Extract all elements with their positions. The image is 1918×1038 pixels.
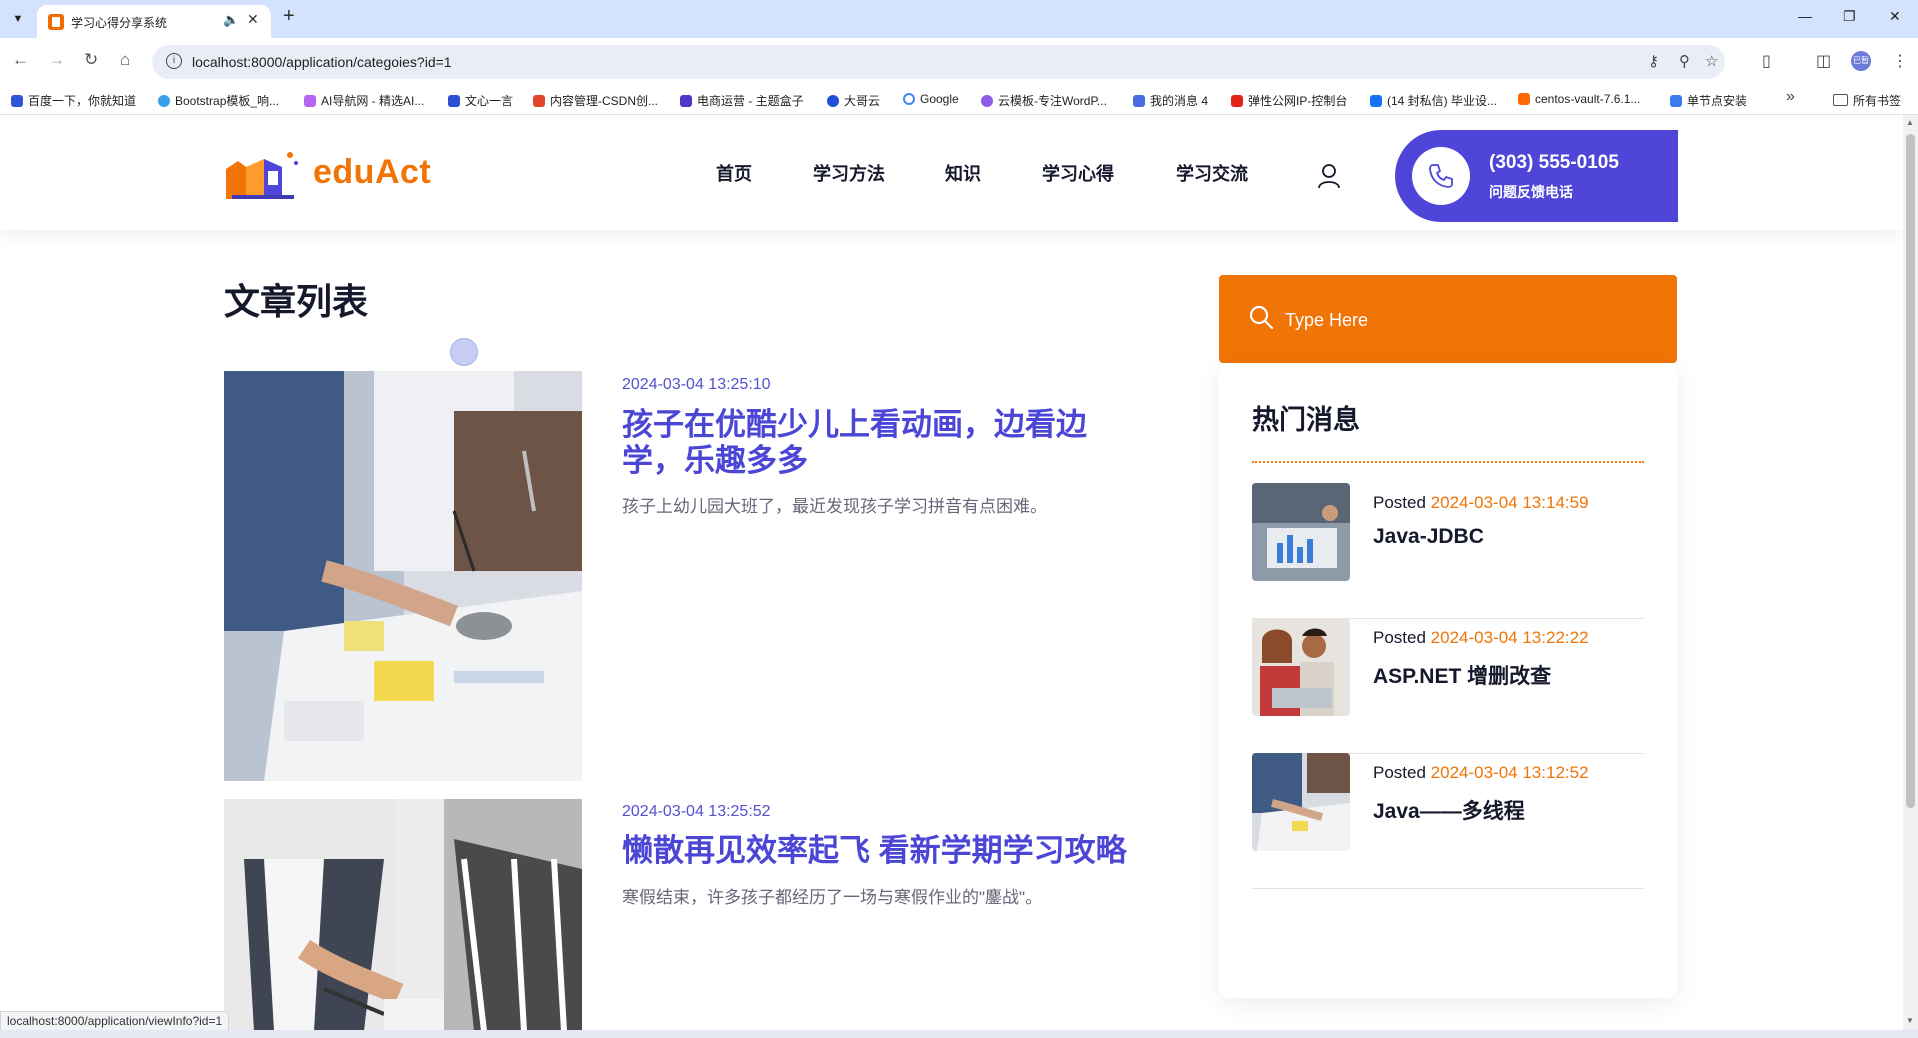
search-icon[interactable]	[1248, 304, 1274, 330]
bookmarks-bar: 百度一下，你就知道 Bootstrap模板_响... AI导航网 - 精选AI.…	[0, 84, 1918, 115]
bookmark-item[interactable]: 电商运营 - 主题盒子	[680, 92, 804, 109]
restore-icon[interactable]: ❐	[1843, 8, 1856, 25]
widget-title: 热门消息	[1252, 405, 1360, 435]
dotted-divider	[1252, 461, 1644, 463]
scroll-down-arrow-icon[interactable]: ▼	[1906, 1016, 1914, 1025]
user-icon[interactable]	[1317, 163, 1341, 189]
status-bar-url: localhost:8000/application/viewInfo?id=1	[0, 1011, 230, 1032]
tab-title: 学习心得分享系统	[71, 16, 168, 30]
nav-study-exchange[interactable]: 学习交流	[1176, 160, 1248, 186]
browser-tab-active[interactable]: 学习心得分享系统 🔈 ✕	[37, 5, 271, 38]
extensions-puzzle-icon[interactable]: ▯	[1762, 51, 1771, 71]
popular-post-item[interactable]: Posted 2024-03-04 13:22:22 ASP.NET 增删改查	[1252, 618, 1644, 754]
address-bar[interactable]: i localhost:8000/application/categoies?i…	[152, 45, 1725, 79]
scrollbar-thumb[interactable]	[1906, 134, 1915, 808]
nav-study-methods[interactable]: 学习方法	[813, 160, 885, 186]
forward-arrow-icon[interactable]: →	[48, 50, 65, 70]
new-tab-plus-icon[interactable]: +	[283, 5, 295, 28]
bookmark-item[interactable]: 内容管理-CSDN创...	[533, 92, 658, 109]
cursor-indicator	[450, 338, 478, 366]
browser-tab-strip: ▼ 学习心得分享系统 🔈 ✕ + — ❐ ✕	[0, 0, 1918, 38]
post-meta: Posted 2024-03-04 13:12:52	[1373, 763, 1589, 783]
nav-knowledge[interactable]: 知识	[945, 160, 981, 186]
page-viewport: eduAct 首页 学习方法 知识 学习心得 学习交流 (303) 555-01…	[0, 115, 1903, 1030]
post-meta: Posted 2024-03-04 13:14:59	[1373, 493, 1589, 513]
bookmark-item[interactable]: Google	[903, 92, 959, 106]
window-close-icon[interactable]: ✕	[1889, 8, 1901, 25]
scroll-up-arrow-icon[interactable]: ▲	[1906, 118, 1914, 127]
profile-avatar[interactable]: 已暂	[1851, 51, 1871, 71]
article-title-link[interactable]: 孩子在优酷少儿上看动画，边看边学，乐趣多多	[622, 407, 1142, 479]
posted-label: Posted	[1373, 763, 1426, 782]
phone-icon-circle	[1412, 147, 1470, 205]
phone-contact-box[interactable]: (303) 555-0105 问题反馈电话	[1395, 130, 1678, 222]
bookmark-item[interactable]: 文心一言	[448, 92, 513, 109]
close-icon[interactable]: ✕	[247, 11, 259, 28]
bookmark-item[interactable]: 弹性公网IP-控制台	[1231, 92, 1347, 109]
taskbar-edge	[0, 1030, 1918, 1038]
reload-icon[interactable]: ↻	[84, 50, 98, 70]
nav-study-notes[interactable]: 学习心得	[1042, 160, 1114, 186]
all-bookmarks-folder[interactable]: 所有书签	[1833, 92, 1901, 109]
tab-search-chevron-icon[interactable]: ▼	[8, 9, 28, 29]
post-thumbnail[interactable]	[1252, 753, 1350, 851]
bookmark-item[interactable]: Bootstrap模板_响...	[158, 92, 279, 109]
popular-post-item[interactable]: Posted 2024-03-04 13:12:52 Java——多线程	[1252, 753, 1644, 889]
side-panel-icon[interactable]: ◫	[1816, 51, 1831, 71]
bookmark-star-icon[interactable]: ☆	[1705, 52, 1718, 70]
post-date: 2024-03-04 13:12:52	[1430, 763, 1589, 782]
speaker-icon[interactable]: 🔈	[223, 12, 239, 28]
article-excerpt: 孩子上幼儿园大班了，最近发现孩子学习拼音有点困难。	[622, 497, 1047, 516]
back-arrow-icon[interactable]: ←	[12, 50, 29, 70]
home-icon[interactable]: ⌂	[120, 50, 130, 70]
bookmark-item[interactable]: 大哥云	[827, 92, 880, 109]
bookmark-item[interactable]: 单节点安装	[1670, 92, 1747, 109]
post-date: 2024-03-04 13:14:59	[1430, 493, 1589, 512]
search-box	[1219, 275, 1677, 363]
phone-label: 问题反馈电话	[1489, 184, 1573, 200]
post-title-link[interactable]: Java-JDBC	[1373, 525, 1484, 549]
phone-number: (303) 555-0105	[1489, 152, 1619, 173]
post-meta: Posted 2024-03-04 13:22:22	[1373, 628, 1589, 648]
nav-home[interactable]: 首页	[716, 160, 752, 186]
more-bookmarks-chevron-icon[interactable]: »	[1786, 88, 1795, 106]
site-favicon-icon	[48, 14, 64, 30]
posted-label: Posted	[1373, 628, 1426, 647]
post-date: 2024-03-04 13:22:22	[1430, 628, 1589, 647]
bookmark-item[interactable]: 我的消息 4	[1133, 92, 1208, 109]
phone-icon	[1429, 164, 1453, 188]
bookmark-item[interactable]: (14 封私信) 毕业设...	[1370, 92, 1497, 109]
popular-posts-widget: 热门消息 Posted 2024-03-04 13:14:59 Java-JDB…	[1219, 363, 1677, 998]
article-excerpt: 寒假结束，许多孩子都经历了一场与寒假作业的"鏖战"。	[622, 888, 1043, 907]
eduact-logo-icon[interactable]	[224, 149, 300, 201]
posted-label: Posted	[1373, 493, 1426, 512]
bookmark-item[interactable]: AI导航网 - 精选AI...	[304, 92, 424, 109]
post-title-link[interactable]: Java——多线程	[1373, 795, 1525, 825]
popular-post-item[interactable]: Posted 2024-03-04 13:14:59 Java-JDBC	[1252, 483, 1644, 619]
minimize-icon[interactable]: —	[1798, 8, 1812, 24]
zoom-icon[interactable]: ⚲	[1679, 52, 1690, 70]
page-title: 文章列表	[224, 281, 369, 322]
logo-text[interactable]: eduAct	[313, 153, 431, 192]
article-image[interactable]	[224, 799, 582, 1030]
bookmark-item[interactable]: centos-vault-7.6.1...	[1518, 92, 1640, 106]
bookmark-item[interactable]: 百度一下，你就知道	[11, 92, 136, 109]
browser-menu-icon[interactable]: ⋮	[1892, 51, 1908, 71]
password-key-icon[interactable]: ⚷	[1648, 52, 1659, 70]
site-info-icon[interactable]: i	[166, 53, 182, 69]
site-header: eduAct 首页 学习方法 知识 学习心得 学习交流 (303) 555-01…	[0, 115, 1903, 230]
search-input[interactable]	[1283, 305, 1647, 335]
post-title-link[interactable]: ASP.NET 增删改查	[1373, 660, 1551, 690]
post-thumbnail[interactable]	[1252, 483, 1350, 581]
bookmark-item[interactable]: 云模板-专注WordP...	[981, 92, 1107, 109]
post-thumbnail[interactable]	[1252, 618, 1350, 716]
article-date: 2024-03-04 13:25:10	[622, 376, 771, 393]
article-date: 2024-03-04 13:25:52	[622, 803, 771, 820]
article-image[interactable]	[224, 371, 582, 781]
address-bar-url[interactable]: localhost:8000/application/categoies?id=…	[192, 54, 452, 70]
article-title-link[interactable]: 懒散再见效率起飞 看新学期学习攻略	[622, 833, 1182, 869]
